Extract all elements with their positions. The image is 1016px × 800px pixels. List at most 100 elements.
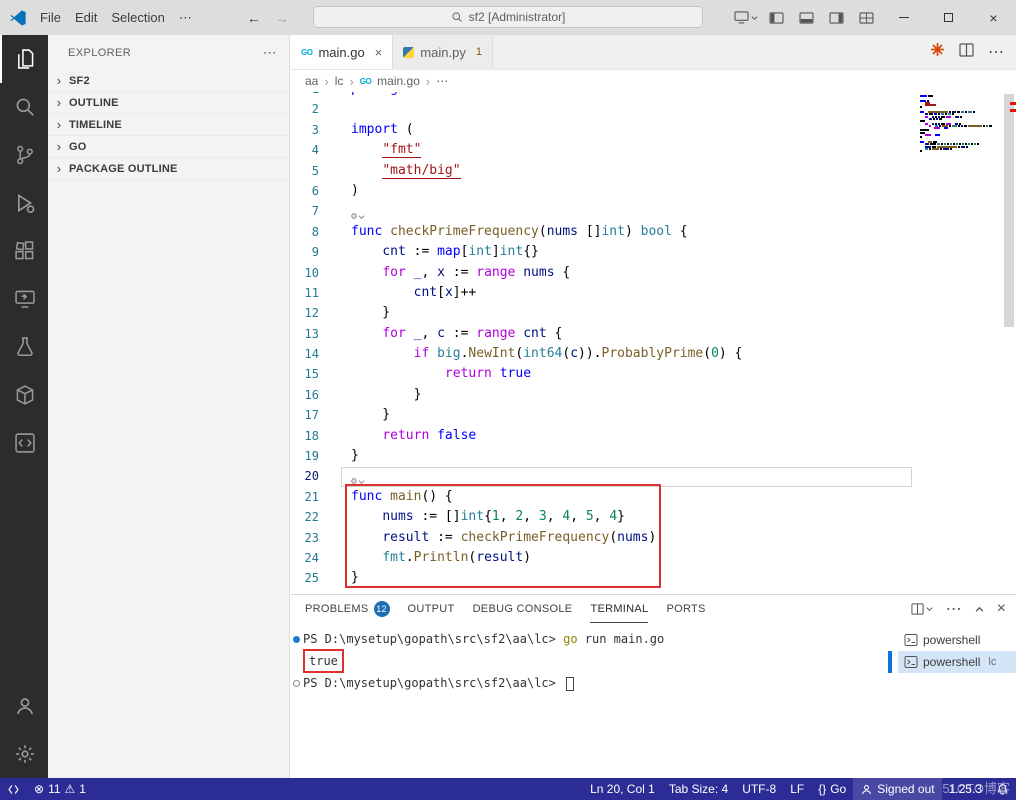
code-line-5[interactable]: 5 "math/big"	[291, 161, 1016, 181]
split-terminal-icon[interactable]	[911, 603, 933, 615]
code-line-7[interactable]: 7	[291, 201, 1016, 221]
terminal-line[interactable]: PS D:\mysetup\gopath\src\sf2\aa\lc>	[293, 673, 886, 693]
close-button[interactable]: ×	[971, 0, 1016, 35]
toggle-secondary-sidebar-icon[interactable]	[821, 4, 851, 32]
notifications-bell-icon[interactable]	[989, 778, 1016, 800]
command-decoration-icon[interactable]	[293, 636, 300, 643]
command-decoration-icon[interactable]	[293, 680, 300, 687]
go-version[interactable]: 1.25.3	[942, 778, 989, 800]
customize-layout-icon[interactable]	[731, 4, 761, 32]
code-lens-gear-icon[interactable]: ⚙	[351, 211, 365, 222]
tab-output[interactable]: OUTPUT	[408, 596, 455, 623]
search-icon[interactable]	[0, 83, 48, 131]
code-line-24[interactable]: 24 fmt.Println(result)	[291, 548, 1016, 568]
account-status[interactable]: Signed out	[853, 778, 942, 800]
tab-size[interactable]: Tab Size: 4	[662, 778, 735, 800]
code-line-21[interactable]: 21 func main() {	[291, 487, 1016, 507]
breadcrumb-item-symbol[interactable]: ⋯	[436, 74, 448, 88]
panel-more-actions-icon[interactable]: ⋯	[946, 599, 962, 619]
run-and-debug-icon[interactable]	[0, 179, 48, 227]
tab-debug-console[interactable]: DEBUG CONSOLE	[473, 596, 573, 623]
eol-indicator[interactable]: LF	[783, 778, 811, 800]
language-mode[interactable]: {} Go	[811, 778, 853, 800]
code-line-14[interactable]: 14 if big.NewInt(int64(c)).ProbablyPrime…	[291, 344, 1016, 364]
package-icon[interactable]	[0, 371, 48, 419]
code-line-8[interactable]: 8 func checkPrimeFrequency(nums []int) bo…	[291, 222, 1016, 242]
terminal-line[interactable]: true	[293, 649, 886, 673]
settings-gear-icon[interactable]	[0, 730, 48, 778]
back-icon[interactable]: ←	[247, 10, 261, 26]
code-line-23[interactable]: 23 result := checkPrimeFrequency(nums)	[291, 528, 1016, 548]
testing-icon[interactable]	[0, 323, 48, 371]
tab-main-py[interactable]: main.py 1	[393, 35, 493, 69]
code-line-1[interactable]: 1package main	[291, 92, 1016, 99]
editor-scrollbar[interactable]	[1004, 94, 1014, 327]
extensions-icon[interactable]	[0, 227, 48, 275]
code-line-20[interactable]: 20	[291, 466, 1016, 486]
split-editor-icon[interactable]	[959, 42, 974, 62]
cursor-position[interactable]: Ln 20, Col 1	[583, 778, 662, 800]
toggle-primary-sidebar-icon[interactable]	[761, 4, 791, 32]
terminal-tab-powershell[interactable]: powershell	[898, 629, 1016, 651]
sidebar-section-timeline[interactable]: › TIMELINE	[48, 114, 289, 136]
problems-status[interactable]: ⊗ 11 ⚠ 1	[27, 778, 93, 800]
code-line-6[interactable]: 6)	[291, 181, 1016, 201]
sidebar-more-icon[interactable]: ⋯	[263, 44, 277, 61]
source-control-icon[interactable]	[0, 131, 48, 179]
menu-selection[interactable]: Selection	[104, 7, 171, 28]
breadcrumb-item-lc[interactable]: lc	[335, 74, 344, 88]
code-line-12[interactable]: 12 }	[291, 303, 1016, 323]
breadcrumb-item-aa[interactable]: aa	[305, 74, 318, 88]
code-line-11[interactable]: 11 cnt[x]++	[291, 283, 1016, 303]
menu-edit[interactable]: Edit	[68, 7, 104, 28]
tab-problems[interactable]: PROBLEMS 12	[305, 596, 390, 623]
forward-icon[interactable]: →	[275, 10, 289, 26]
code-editor[interactable]: 1package main 2 3import (4 "fmt"5 "math/bi…	[291, 92, 1016, 594]
code-line-4[interactable]: 4 "fmt"	[291, 140, 1016, 160]
breadcrumb-item-file[interactable]: main.go	[377, 74, 420, 88]
minimize-button[interactable]	[881, 0, 926, 35]
tab-ports[interactable]: PORTS	[666, 596, 705, 623]
code-line-13[interactable]: 13 for _, c := range cnt {	[291, 324, 1016, 344]
code-line-18[interactable]: 18 return false	[291, 426, 1016, 446]
tab-main-go[interactable]: GO main.go ×	[291, 35, 394, 69]
menu-file[interactable]: File	[33, 7, 68, 28]
code-settings-icon[interactable]	[0, 419, 48, 467]
close-panel-icon[interactable]: ×	[997, 600, 1006, 618]
maximize-panel-icon[interactable]	[975, 600, 984, 618]
code-line-2[interactable]: 2	[291, 99, 1016, 119]
code-line-17[interactable]: 17 }	[291, 405, 1016, 425]
remote-indicator[interactable]	[0, 778, 27, 800]
code-line-9[interactable]: 9 cnt := map[int]int{}	[291, 242, 1016, 262]
code-line-3[interactable]: 3 import (	[291, 120, 1016, 140]
terminal-line[interactable]: PS D:\mysetup\gopath\src\sf2\aa\lc> go r…	[293, 629, 886, 649]
encoding[interactable]: UTF-8	[735, 778, 783, 800]
code-line-16[interactable]: 16 }	[291, 385, 1016, 405]
sidebar-section-sf2[interactable]: › SF2	[48, 70, 289, 92]
sparkle-icon[interactable]	[930, 42, 945, 62]
minimap[interactable]	[920, 95, 1000, 153]
terminal-sash[interactable]	[886, 623, 898, 778]
explorer-icon[interactable]	[0, 35, 48, 83]
sidebar-section-package-outline[interactable]: › PACKAGE OUTLINE	[48, 158, 289, 180]
maximize-button[interactable]	[926, 0, 971, 35]
code-line-15[interactable]: 15 return true	[291, 364, 1016, 384]
layout-grid-icon[interactable]	[851, 4, 881, 32]
sidebar-section-outline[interactable]: › OUTLINE	[48, 92, 289, 114]
terminal-output[interactable]: PS D:\mysetup\gopath\src\sf2\aa\lc> go r…	[291, 623, 886, 778]
editor-more-actions-icon[interactable]: ⋯	[988, 42, 1004, 62]
command-center-search[interactable]: sf2 [Administrator]	[313, 6, 703, 28]
code-line-19[interactable]: 19}	[291, 446, 1016, 466]
code-line-22[interactable]: 22 nums := []int{1, 2, 3, 4, 5, 4}	[291, 507, 1016, 527]
code-line-25[interactable]: 25}	[291, 568, 1016, 588]
code-lens-gear-icon[interactable]: ⚙	[351, 476, 365, 487]
remote-explorer-icon[interactable]	[0, 275, 48, 323]
code-line-10[interactable]: 10 for _, x := range nums {	[291, 263, 1016, 283]
tab-close-icon[interactable]: ×	[375, 45, 383, 60]
toggle-panel-icon[interactable]	[791, 4, 821, 32]
account-icon[interactable]	[0, 682, 48, 730]
menu-more[interactable]: ⋯	[172, 7, 199, 29]
sidebar-section-go[interactable]: › GO	[48, 136, 289, 158]
tab-terminal[interactable]: TERMINAL	[590, 596, 649, 623]
terminal-tab-powershell-lc[interactable]: powershell lc	[898, 651, 1016, 673]
